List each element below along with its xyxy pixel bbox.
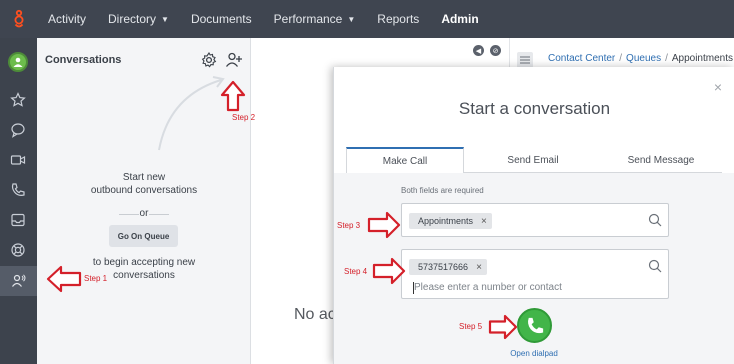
- menu-icon[interactable]: [517, 52, 533, 68]
- empty-state-line: Start new: [122, 172, 166, 183]
- step2-arrow: [220, 80, 246, 112]
- go-on-queue-button[interactable]: Go On Queue: [109, 225, 178, 247]
- number-input-placeholder[interactable]: Please enter a number or contact: [414, 282, 562, 293]
- chat-icon[interactable]: [7, 119, 29, 141]
- breadcrumb-queues[interactable]: Queues: [626, 53, 661, 64]
- modal-title: Start a conversation: [458, 99, 611, 118]
- remove-chip-icon[interactable]: ×: [481, 216, 487, 227]
- search-icon[interactable]: [648, 259, 662, 273]
- step5-label: Step 5: [459, 322, 483, 331]
- breadcrumb-separator: /: [665, 53, 668, 64]
- step3-arrow: [367, 211, 401, 239]
- step1-arrow: [46, 265, 82, 293]
- nav-directory[interactable]: Directory ▼: [97, 0, 180, 38]
- lifebuoy-icon[interactable]: [7, 239, 29, 261]
- open-dialpad-link[interactable]: Open dialpad: [484, 349, 584, 358]
- remove-chip-icon[interactable]: ×: [476, 262, 482, 273]
- empty-state-line: outbound conversations: [90, 185, 198, 196]
- tab-send-email[interactable]: Send Email: [474, 147, 592, 173]
- queue-chip: Appointments ×: [409, 213, 492, 229]
- video-icon[interactable]: [7, 149, 29, 171]
- caret-down-icon: ▼: [161, 14, 169, 24]
- queue-chip-label: Appointments: [418, 216, 474, 226]
- breadcrumb: Contact Center / Queues / Appointments: [548, 53, 733, 64]
- step4-label: Step 4: [344, 267, 368, 276]
- breadcrumb-separator: /: [619, 53, 623, 64]
- caret-down-icon: ▼: [347, 14, 356, 24]
- breadcrumb-appointments: Appointments: [671, 53, 734, 64]
- number-chip-label: 5737517666: [418, 262, 469, 272]
- left-rail: [0, 38, 37, 364]
- number-field[interactable]: 5737517666 × Please enter a number or co…: [401, 249, 669, 299]
- genesys-logo-icon[interactable]: [0, 0, 37, 38]
- nav-label: Admin: [441, 12, 479, 26]
- close-icon[interactable]: ×: [714, 79, 722, 95]
- step2-label: Step 2: [232, 113, 256, 122]
- tab-send-message[interactable]: Send Message: [602, 147, 720, 173]
- gear-icon[interactable]: [201, 52, 217, 68]
- collapse-left-icon[interactable]: ◀: [473, 45, 484, 56]
- nav-documents[interactable]: Documents: [180, 0, 263, 38]
- nav-label: Performance: [273, 12, 343, 26]
- panel-title: Conversations: [45, 54, 122, 66]
- step4-arrow: [372, 257, 406, 285]
- step1-label: Step 1: [84, 274, 108, 283]
- nav-admin[interactable]: Admin: [430, 0, 489, 38]
- search-icon[interactable]: [648, 213, 662, 227]
- nav-performance[interactable]: Performance ▼: [263, 0, 367, 38]
- tab-bar: Make Call Send Email Send Message: [346, 147, 722, 174]
- divider: [149, 214, 169, 215]
- nav-label: Documents: [190, 12, 252, 26]
- number-chip: 5737517666 ×: [409, 259, 487, 275]
- breadcrumb-contact-center[interactable]: Contact Center: [548, 53, 615, 64]
- step3-label: Step 3: [337, 221, 361, 230]
- star-icon[interactable]: [7, 89, 29, 111]
- conversations-panel: Conversations Start new outbound convers…: [37, 38, 251, 364]
- step5-arrow: [488, 314, 518, 340]
- block-icon[interactable]: ⊘: [490, 45, 501, 56]
- nav-label: Directory: [108, 12, 157, 26]
- inbox-icon[interactable]: [7, 209, 29, 231]
- avatar[interactable]: [8, 52, 28, 72]
- add-user-icon[interactable]: [225, 51, 243, 69]
- required-note: Both fields are required: [401, 186, 484, 195]
- queue-field[interactable]: Appointments ×: [401, 203, 669, 237]
- nav-label: Activity: [48, 12, 87, 26]
- top-navigation-bar: Activity Directory ▼ Documents Performanc…: [0, 0, 734, 38]
- conversations-people-icon[interactable]: [0, 266, 37, 296]
- nav-label: Reports: [377, 12, 420, 26]
- phone-icon: [527, 317, 543, 333]
- no-active-text: No ac: [294, 306, 336, 323]
- nav-activity[interactable]: Activity: [37, 0, 97, 38]
- or-label: or: [139, 208, 149, 219]
- tab-make-call[interactable]: Make Call: [346, 147, 464, 174]
- call-button[interactable]: [517, 308, 552, 343]
- nav-reports[interactable]: Reports: [366, 0, 430, 38]
- phone-icon[interactable]: [7, 179, 29, 201]
